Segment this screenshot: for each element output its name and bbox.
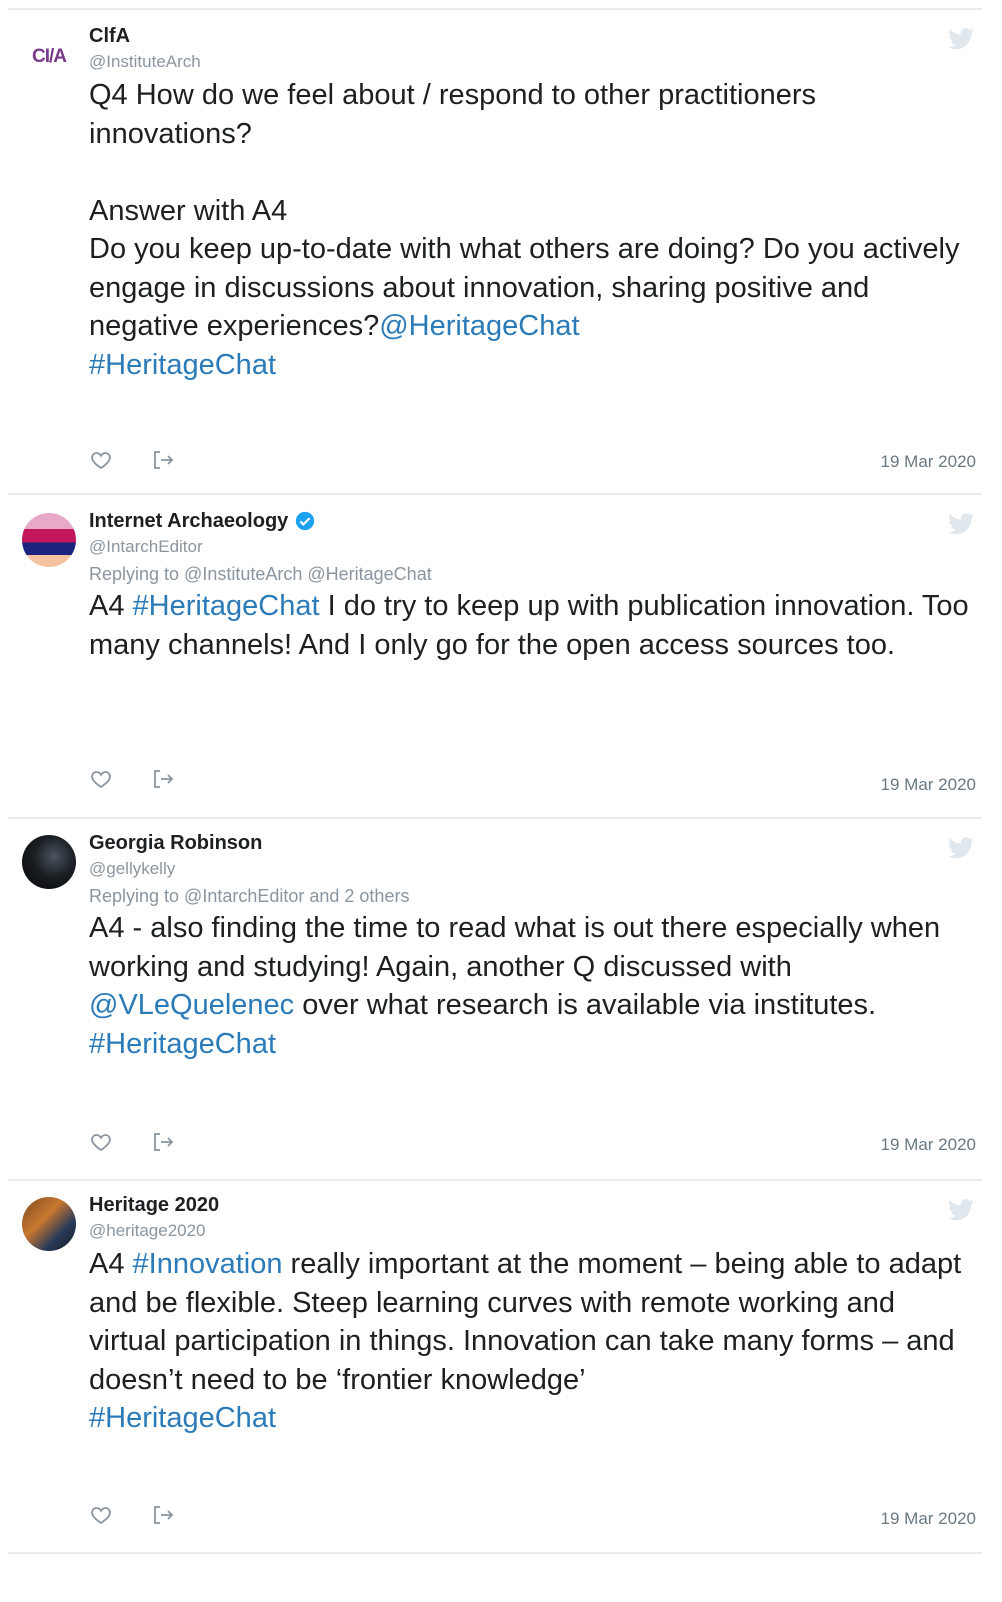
twitter-bird-icon[interactable] [948, 28, 974, 50]
avatar[interactable]: CI/A [22, 30, 76, 84]
mention-link[interactable]: @HeritageChat [379, 310, 579, 342]
tweet-text: A4 - also finding the time to read what … [89, 909, 974, 1063]
replying-to[interactable]: Replying to @IntarchEditor and 2 others [89, 883, 974, 909]
avatar-logo-text: CI/A [32, 46, 67, 67]
author-name[interactable]: Georgia Robinson [89, 831, 974, 855]
tweet-text-segment: A4 [89, 590, 133, 622]
hashtag-link[interactable]: #HeritageChat [133, 590, 320, 622]
tweet-actions [89, 1130, 213, 1154]
heart-icon[interactable] [89, 1503, 113, 1527]
tweet-text-segment: A4 [89, 1248, 133, 1280]
tweet-feed: CI/A ClfA @InstituteArch Q4 How do we fe… [8, 8, 982, 1554]
mention-link[interactable]: @VLeQuelenec [89, 989, 294, 1021]
tweet-card[interactable]: Internet Archaeology @IntarchEditor Repl… [8, 493, 982, 817]
heart-icon[interactable] [89, 767, 113, 791]
share-icon[interactable] [151, 1503, 175, 1527]
verified-badge-icon [296, 511, 315, 531]
author-name[interactable]: Internet Archaeology [89, 509, 974, 533]
avatar[interactable] [22, 835, 76, 889]
share-icon[interactable] [151, 767, 175, 791]
tweet-card[interactable]: Georgia Robinson @gellykelly Replying to… [8, 817, 982, 1179]
tweet-text: Q4 How do we feel about / respond to oth… [89, 76, 974, 384]
tweet-text-segment: A4 - also finding the time to read what … [89, 912, 949, 983]
author-name[interactable]: Heritage 2020 [89, 1193, 974, 1217]
share-icon[interactable] [151, 448, 175, 472]
heart-icon[interactable] [89, 1130, 113, 1154]
tweet-date[interactable]: 19 Mar 2020 [881, 1509, 976, 1529]
hashtag-link[interactable]: #HeritageChat [89, 1402, 276, 1434]
author-handle[interactable]: @IntarchEditor [89, 535, 974, 559]
twitter-bird-icon[interactable] [948, 513, 974, 535]
tweet-actions [89, 1503, 213, 1527]
avatar[interactable] [22, 1197, 76, 1251]
author-name[interactable]: ClfA [89, 24, 974, 48]
tweet-card[interactable]: CI/A ClfA @InstituteArch Q4 How do we fe… [8, 8, 982, 493]
avatar[interactable] [22, 513, 76, 567]
hashtag-link[interactable]: #HeritageChat [89, 1028, 276, 1060]
tweet-date[interactable]: 19 Mar 2020 [881, 775, 976, 795]
tweet-date[interactable]: 19 Mar 2020 [881, 1135, 976, 1155]
twitter-bird-icon[interactable] [948, 1199, 974, 1221]
share-icon[interactable] [151, 1130, 175, 1154]
author-handle[interactable]: @InstituteArch [89, 50, 974, 74]
author-name-text: Heritage 2020 [89, 1194, 220, 1216]
twitter-bird-icon[interactable] [948, 837, 974, 859]
tweet-text-segment: over what research is available via inst… [302, 989, 877, 1021]
author-name-text: Georgia Robinson [89, 832, 263, 854]
tweet-text: A4 #Innovation really important at the m… [89, 1245, 974, 1438]
replying-to[interactable]: Replying to @InstituteArch @HeritageChat [89, 561, 974, 587]
hashtag-link[interactable]: #HeritageChat [89, 349, 276, 381]
author-name-text: ClfA [89, 25, 131, 47]
tweet-date[interactable]: 19 Mar 2020 [881, 452, 976, 472]
hashtag-link[interactable]: #Innovation [133, 1248, 283, 1280]
author-handle[interactable]: @gellykelly [89, 857, 974, 881]
tweet-card[interactable]: Heritage 2020 @heritage2020 A4 #Innovati… [8, 1179, 982, 1554]
tweet-actions [89, 767, 213, 791]
author-handle[interactable]: @heritage2020 [89, 1219, 974, 1243]
tweet-text: A4 #HeritageChat I do try to keep up wit… [89, 587, 974, 664]
author-name-text: Internet Archaeology [89, 510, 289, 532]
tweet-actions [89, 448, 213, 472]
tweet-text-segment: Q4 How do we feel about / respond to oth… [89, 79, 960, 342]
heart-icon[interactable] [89, 448, 113, 472]
